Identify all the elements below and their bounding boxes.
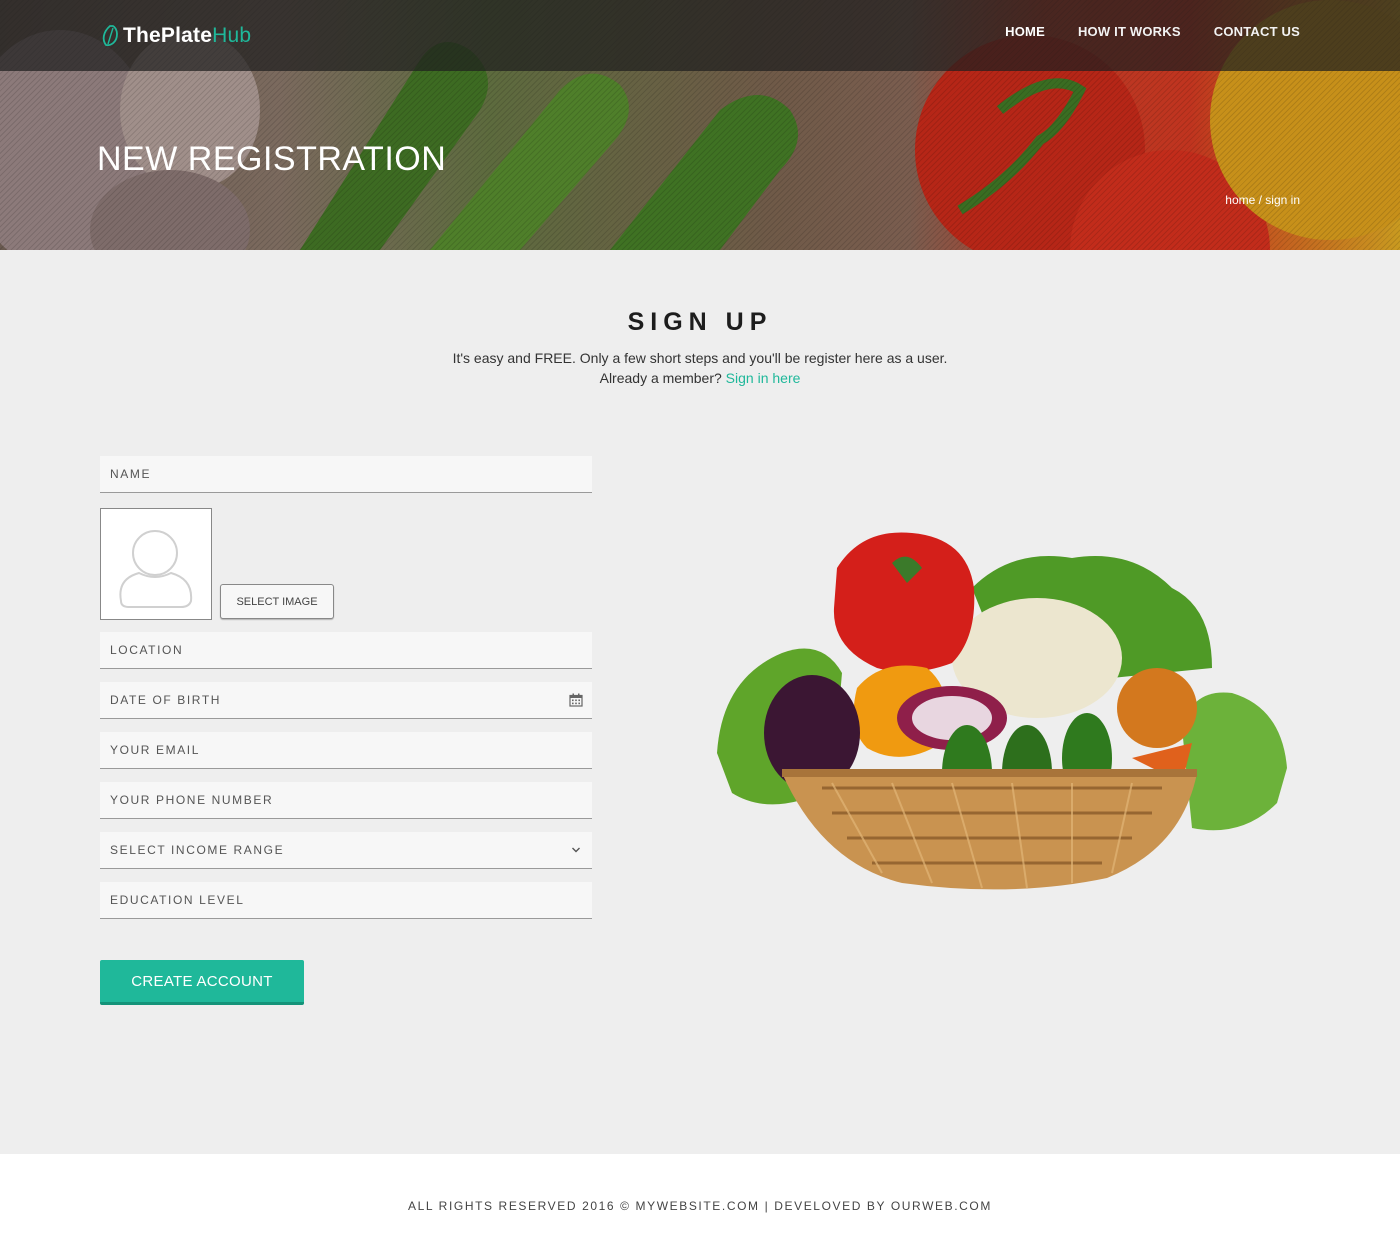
hero-banner: ThePlate Hub HOME HOW IT WORKS CONTACT US… <box>0 0 1400 250</box>
signin-prompt: Already a member? Sign in here <box>0 368 1400 388</box>
income-range-value: SELECT INCOME RANGE <box>110 843 285 857</box>
chevron-down-icon <box>572 847 580 853</box>
avatar-preview <box>100 508 212 620</box>
dob-field <box>100 682 592 719</box>
create-account-button[interactable]: CREATE ACCOUNT <box>100 960 304 1005</box>
site-footer: ALL RIGHTS RESERVED 2016 © MYWEBSITE.COM… <box>0 1154 1400 1260</box>
select-image-button[interactable]: SELECT IMAGE <box>220 584 334 619</box>
top-navbar: ThePlate Hub HOME HOW IT WORKS CONTACT US <box>0 0 1400 71</box>
education-field <box>100 882 592 919</box>
nav-home[interactable]: HOME <box>1005 24 1045 39</box>
dob-input[interactable] <box>100 682 592 718</box>
education-input[interactable] <box>100 882 592 918</box>
phone-input[interactable] <box>100 782 592 818</box>
nav-how-it-works[interactable]: HOW IT WORKS <box>1078 24 1181 39</box>
location-input[interactable] <box>100 632 592 668</box>
signin-prompt-text: Already a member? <box>599 370 722 386</box>
footer-copyright: ALL RIGHTS RESERVED 2016 © MYWEBSITE.COM… <box>408 1199 992 1213</box>
breadcrumb[interactable]: home / sign in <box>1225 193 1300 207</box>
site-logo[interactable]: ThePlate Hub <box>100 22 251 50</box>
location-field <box>100 632 592 669</box>
name-input[interactable] <box>100 456 592 492</box>
signup-description: It's easy and FREE. Only a few short ste… <box>452 350 948 366</box>
signin-link[interactable]: Sign in here <box>726 370 801 386</box>
signup-subtitle: It's easy and FREE. Only a few short ste… <box>0 348 1400 388</box>
page-title: NEW REGISTRATION <box>97 140 447 178</box>
main-nav: HOME HOW IT WORKS CONTACT US <box>1005 24 1300 39</box>
logo-text-accent: Hub <box>212 24 252 47</box>
user-placeholder-icon <box>119 530 193 608</box>
signup-heading: SIGN UP <box>627 308 773 336</box>
income-range-select[interactable]: SELECT INCOME RANGE <box>100 832 592 869</box>
phone-field <box>100 782 592 819</box>
leaf-icon <box>102 25 118 47</box>
email-field <box>100 732 592 769</box>
calendar-icon[interactable] <box>569 693 583 707</box>
vegetable-basket-image <box>717 532 1287 890</box>
logo-text-main: ThePlate <box>123 24 213 47</box>
nav-contact-us[interactable]: CONTACT US <box>1214 24 1300 39</box>
email-input[interactable] <box>100 732 592 768</box>
name-field <box>100 456 592 493</box>
